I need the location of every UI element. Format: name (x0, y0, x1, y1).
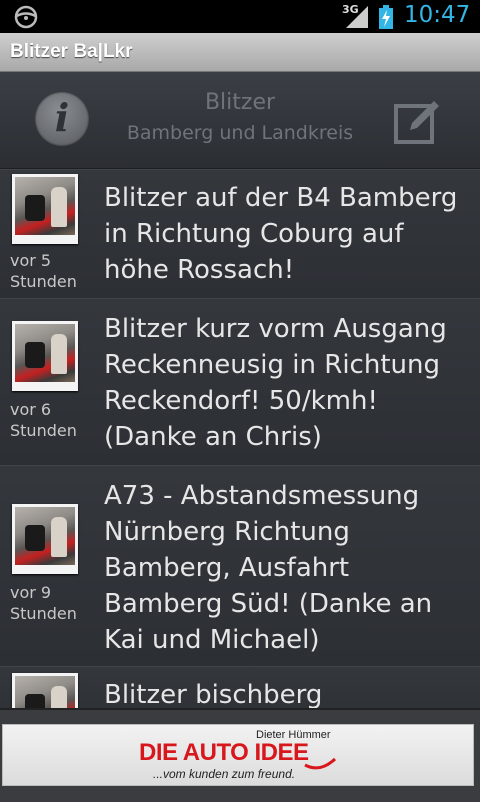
post-age: vor 6 Stunden (10, 400, 77, 440)
post-thumbnail (12, 504, 78, 574)
list-item[interactable]: Blitzer bischberg (0, 666, 480, 709)
ad-brand: DIE AUTO IDEE (139, 739, 309, 766)
list-item[interactable]: vor 5 Stunden Blitzer auf der B4 Bamberg… (0, 169, 480, 299)
ad-banner[interactable]: Dieter Hümmer DIE AUTO IDEE ...vom kunde… (2, 724, 474, 786)
post-age: vor 5 Stunden (10, 251, 77, 291)
status-bar: 3G 10:47 (0, 0, 480, 33)
post-age: vor 9 Stunden (10, 583, 77, 623)
post-text: Blitzer auf der B4 Bamberg in Richtung C… (104, 183, 458, 285)
swoosh-icon (304, 757, 337, 770)
list-item[interactable]: vor 6 Stunden Blitzer kurz vorm Ausgang … (0, 298, 480, 466)
app-title-bar: Blitzer Ba|Lkr (0, 33, 480, 72)
ad-bar: Dieter Hümmer DIE AUTO IDEE ...vom kunde… (0, 708, 480, 802)
post-thumbnail (12, 321, 78, 391)
app-title: Blitzer Ba|Lkr (10, 41, 133, 62)
post-text: Blitzer kurz vorm Ausgang Reckenneusig i… (104, 314, 447, 452)
ad-slogan: ...vom kunden zum freund. (153, 767, 296, 781)
post-thumbnail (12, 174, 78, 244)
compose-icon[interactable] (392, 96, 444, 148)
header-subtitle: Bamberg und Landkreis (126, 122, 354, 144)
feed-list[interactable]: vor 5 Stunden Blitzer auf der B4 Bamberg… (0, 169, 480, 709)
header-panel: i Blitzer Bamberg und Landkreis (0, 72, 480, 169)
post-text: A73 - Abstandsmessung Nürnberg Richtung … (104, 481, 433, 655)
signal-icon (346, 6, 368, 28)
battery-charging-icon (379, 5, 393, 29)
info-button[interactable]: i (35, 92, 89, 146)
post-thumbnail (12, 673, 78, 709)
header-title: Blitzer (204, 90, 276, 115)
clock: 10:47 (404, 2, 471, 28)
info-icon: i (54, 95, 70, 140)
post-text: Blitzer bischberg (104, 680, 323, 709)
steering-wheel-icon (14, 5, 38, 29)
list-item[interactable]: vor 9 Stunden A73 - Abstandsmessung Nürn… (0, 465, 480, 667)
